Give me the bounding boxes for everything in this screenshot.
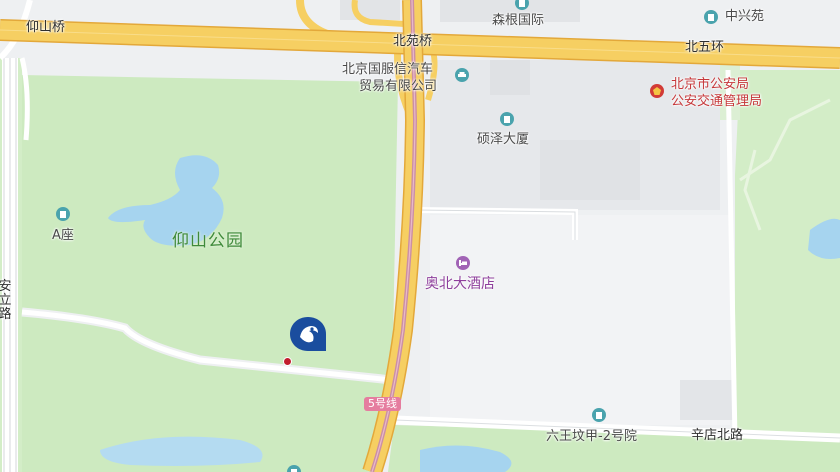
building-icon[interactable] (287, 465, 301, 472)
metro-line-badge: 5号线 (364, 397, 401, 411)
poi-label-shuoze[interactable]: 硕泽大厦 (477, 132, 529, 147)
building-icon[interactable] (592, 408, 606, 422)
road-label-beiyuanqiao: 北苑桥 (393, 34, 433, 49)
car-icon[interactable] (455, 68, 469, 82)
location-dot[interactable] (283, 357, 292, 366)
park-area-yangshan (22, 75, 398, 472)
road-label-yangshanqiao: 仰山桥 (26, 20, 66, 35)
road-label-anlilu: 安立路 (0, 279, 12, 322)
poi-label-hotel[interactable]: 奥北大酒店 (425, 277, 495, 292)
poi-label-zhongxingyuan[interactable]: 中兴苑 (725, 9, 764, 24)
poi-label-car-dealer-line2[interactable]: 贸易有限公司 (359, 79, 437, 94)
building-icon[interactable] (704, 10, 718, 24)
bed-icon[interactable] (456, 256, 470, 270)
road-label-beiwuhuan: 北五环 (685, 40, 725, 55)
emblem-icon[interactable] (650, 84, 664, 98)
poi-label-car-dealer-line1[interactable]: 北京国服信汽车 (342, 62, 433, 77)
poi-label-police-line2[interactable]: 公安交通管理局 (671, 94, 762, 109)
park-label-yangshan: 仰山公园 (172, 231, 244, 251)
building-icon[interactable] (500, 112, 514, 126)
location-marker-icon[interactable] (288, 315, 328, 355)
poi-label-azuo[interactable]: A座 (52, 228, 74, 243)
building-icon[interactable] (56, 207, 70, 221)
poi-label-police-line1[interactable]: 北京市公安局 (671, 77, 749, 92)
poi-label-sengen[interactable]: 森根国际 (492, 13, 544, 28)
map-canvas[interactable]: 仰山桥 北苑桥 北五环 辛店北路 安立路 仰山公园 森根国际 中兴苑 北京国服信… (0, 0, 840, 472)
poi-label-liuwangfen[interactable]: 六王坟甲-2号院 (546, 429, 637, 444)
road-label-xindianbeilu: 辛店北路 (691, 428, 744, 443)
